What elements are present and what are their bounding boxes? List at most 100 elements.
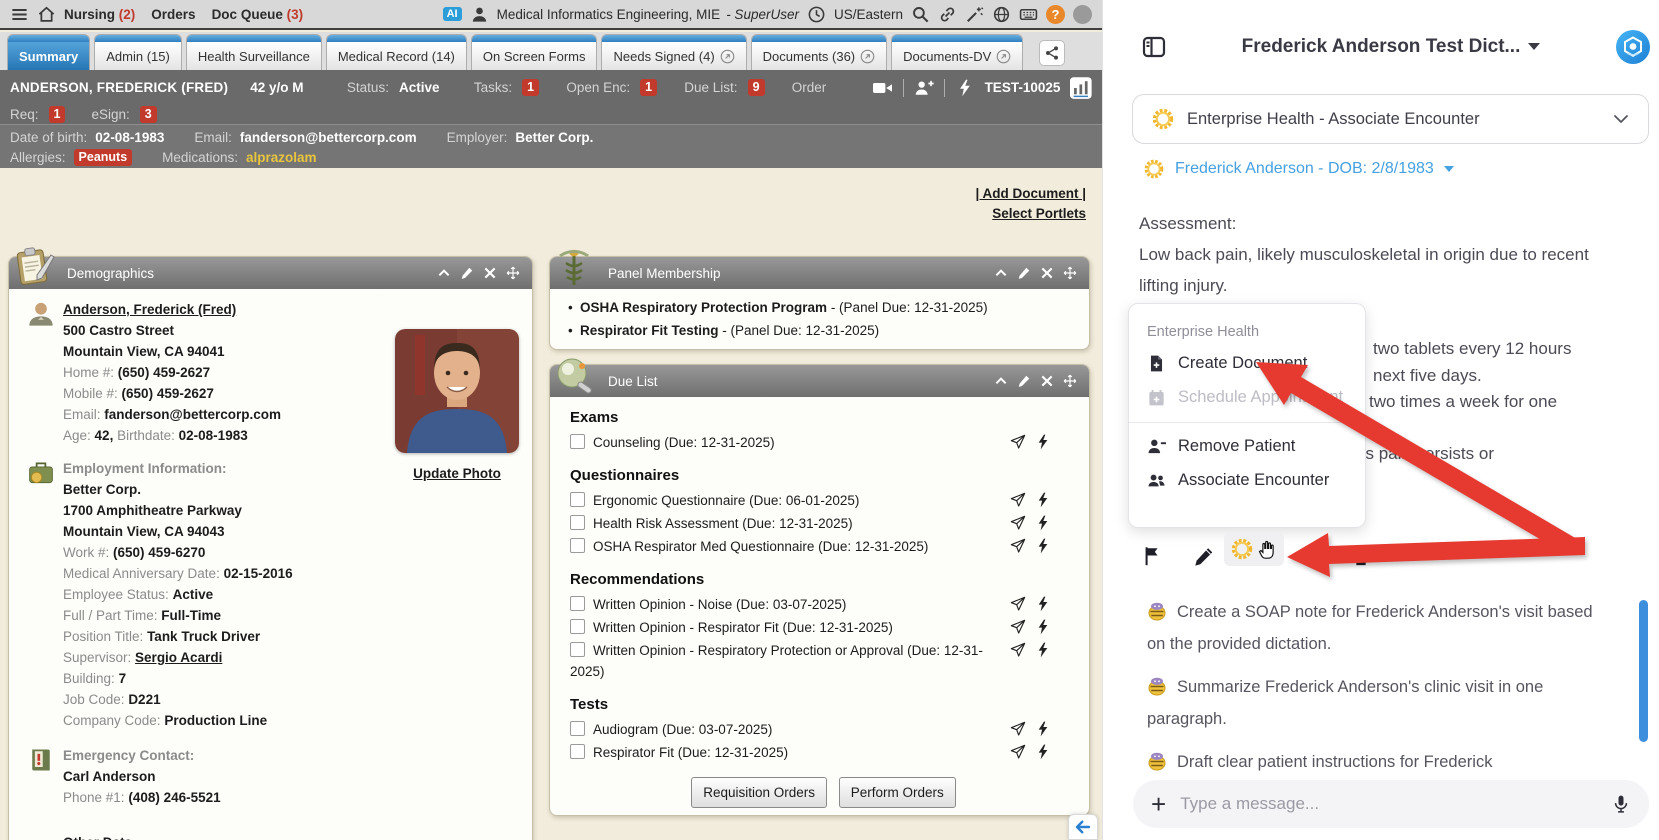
trash-icon[interactable] — [1350, 545, 1372, 567]
send-icon[interactable] — [1010, 515, 1026, 531]
nav-orders[interactable]: Orders — [151, 7, 195, 22]
hamburger-menu-icon[interactable] — [10, 5, 29, 24]
feedback-button[interactable] — [1302, 545, 1334, 567]
collapse-icon[interactable] — [437, 266, 451, 280]
esign-count-badge[interactable]: 3 — [140, 106, 157, 123]
menu-item-remove-patient[interactable]: Remove Patient — [1147, 437, 1347, 456]
edit-icon[interactable] — [1017, 266, 1031, 280]
perform-orders-button[interactable]: Perform Orders — [839, 777, 956, 808]
bolt-icon[interactable] — [1035, 538, 1051, 554]
flag-icon[interactable] — [1142, 545, 1164, 567]
enterprise-health-action-button[interactable] — [1224, 532, 1284, 566]
checkbox[interactable] — [570, 721, 585, 736]
tasks-count-badge[interactable]: 1 — [522, 79, 539, 96]
send-icon[interactable] — [1010, 721, 1026, 737]
message-input[interactable] — [1180, 794, 1597, 814]
checkbox[interactable] — [570, 642, 585, 657]
conversation-title[interactable]: Frederick Anderson Test Dict... — [1167, 36, 1615, 58]
checkbox[interactable] — [570, 515, 585, 530]
bolt-icon[interactable] — [1035, 492, 1051, 508]
req-count-badge[interactable]: 1 — [49, 106, 66, 123]
send-icon[interactable] — [1010, 596, 1026, 612]
magic-wand-icon[interactable] — [965, 5, 984, 24]
checkbox[interactable] — [570, 596, 585, 611]
external-link-icon[interactable] — [860, 49, 875, 64]
edit-icon[interactable] — [1017, 374, 1031, 388]
tab-health-surveillance[interactable]: Health Surveillance — [186, 34, 322, 70]
help-icon[interactable]: ? — [1046, 5, 1065, 24]
tab-admin[interactable]: Admin (15) — [94, 34, 182, 70]
patient-name-link[interactable]: Anderson, Frederick (Fred) — [63, 302, 236, 317]
microphone-icon[interactable] — [1611, 794, 1631, 814]
menu-item-schedule-appointment[interactable]: Schedule Appointment — [1147, 388, 1347, 407]
checkbox[interactable] — [570, 744, 585, 759]
allergy-badge[interactable]: Peanuts — [74, 149, 133, 166]
checkbox[interactable] — [570, 538, 585, 553]
ai-badge[interactable]: AI — [443, 7, 462, 21]
tab-settings-button[interactable] — [1039, 40, 1065, 66]
add-person-icon[interactable] — [914, 79, 934, 97]
move-icon[interactable] — [1063, 374, 1077, 388]
link-icon[interactable] — [938, 5, 957, 24]
globe-icon[interactable] — [992, 5, 1011, 24]
bolt-icon[interactable] — [1035, 619, 1051, 635]
demographics-portlet-header[interactable]: Demographics — [9, 257, 532, 289]
select-portlets-link[interactable]: Select Portlets — [975, 204, 1086, 224]
tab-summary[interactable]: Summary — [7, 34, 90, 70]
patient-name[interactable]: ANDERSON, FREDERICK (FRED) — [10, 80, 228, 95]
order-link[interactable]: Order — [792, 80, 827, 95]
scrollbar-thumb[interactable] — [1639, 600, 1648, 742]
tab-medical-record[interactable]: Medical Record (14) — [326, 34, 467, 70]
send-icon[interactable] — [1010, 642, 1026, 658]
tab-documents-dv[interactable]: Documents-DV — [891, 34, 1023, 70]
suggestion-item[interactable]: Summarize Frederick Anderson's clinic vi… — [1147, 671, 1605, 735]
home-icon[interactable] — [37, 5, 56, 24]
assistant-logo[interactable] — [1615, 29, 1651, 65]
sidebar-toggle-icon[interactable] — [1141, 35, 1167, 59]
send-icon[interactable] — [1010, 434, 1026, 450]
bolt-icon[interactable] — [1035, 596, 1051, 612]
search-icon[interactable] — [911, 5, 930, 24]
clock-icon[interactable] — [807, 5, 826, 24]
keyboard-icon[interactable] — [1019, 5, 1038, 24]
checkbox[interactable] — [570, 434, 585, 449]
requisition-orders-button[interactable]: Requisition Orders — [691, 777, 827, 808]
checkbox[interactable] — [570, 492, 585, 507]
encounter-select[interactable]: Enterprise Health - Associate Encounter — [1132, 94, 1649, 144]
video-camera-icon[interactable] — [873, 79, 893, 97]
collapse-icon[interactable] — [994, 266, 1008, 280]
move-icon[interactable] — [506, 266, 520, 280]
send-icon[interactable] — [1010, 619, 1026, 635]
suggestion-item[interactable]: Draft clear patient instructions for Fre… — [1147, 746, 1605, 778]
nav-nursing[interactable]: Nursing (2) — [64, 7, 135, 22]
panel-collapse-button[interactable] — [1068, 814, 1098, 840]
attach-button[interactable]: + — [1151, 791, 1166, 817]
tab-documents[interactable]: Documents (36) — [751, 34, 887, 70]
bolt-icon[interactable] — [1035, 642, 1051, 658]
tab-on-screen-forms[interactable]: On Screen Forms — [471, 34, 598, 70]
external-link-icon[interactable] — [996, 49, 1011, 64]
bolt-icon[interactable] — [1035, 515, 1051, 531]
chart-icon[interactable] — [1070, 77, 1092, 99]
move-icon[interactable] — [1063, 266, 1077, 280]
menu-item-create-document[interactable]: Create Document — [1147, 354, 1347, 373]
bolt-icon[interactable] — [1035, 434, 1051, 450]
open-enc-count-badge[interactable]: 1 — [640, 79, 657, 96]
menu-item-associate-encounter[interactable]: Associate Encounter — [1147, 471, 1347, 490]
send-icon[interactable] — [1010, 492, 1026, 508]
checkbox[interactable] — [570, 619, 585, 634]
close-icon[interactable] — [1040, 266, 1054, 280]
nav-doc-queue[interactable]: Doc Queue (3) — [212, 7, 304, 22]
suggestion-item[interactable]: Create a SOAP note for Frederick Anderso… — [1147, 596, 1605, 660]
close-icon[interactable] — [1040, 374, 1054, 388]
medication-link[interactable]: alprazolam — [246, 150, 317, 165]
collapse-icon[interactable] — [994, 374, 1008, 388]
bolt-icon[interactable] — [1035, 744, 1051, 760]
patient-context-link[interactable]: Frederick Anderson - DOB: 2/8/1983 — [1143, 158, 1454, 180]
panel-membership-header[interactable]: Panel Membership — [550, 257, 1089, 289]
bolt-icon[interactable] — [1035, 721, 1051, 737]
supervisor-link[interactable]: Sergio Acardi — [135, 650, 222, 665]
send-icon[interactable] — [1010, 538, 1026, 554]
edit-icon[interactable] — [1193, 545, 1215, 567]
tab-needs-signed[interactable]: Needs Signed (4) — [601, 34, 746, 70]
